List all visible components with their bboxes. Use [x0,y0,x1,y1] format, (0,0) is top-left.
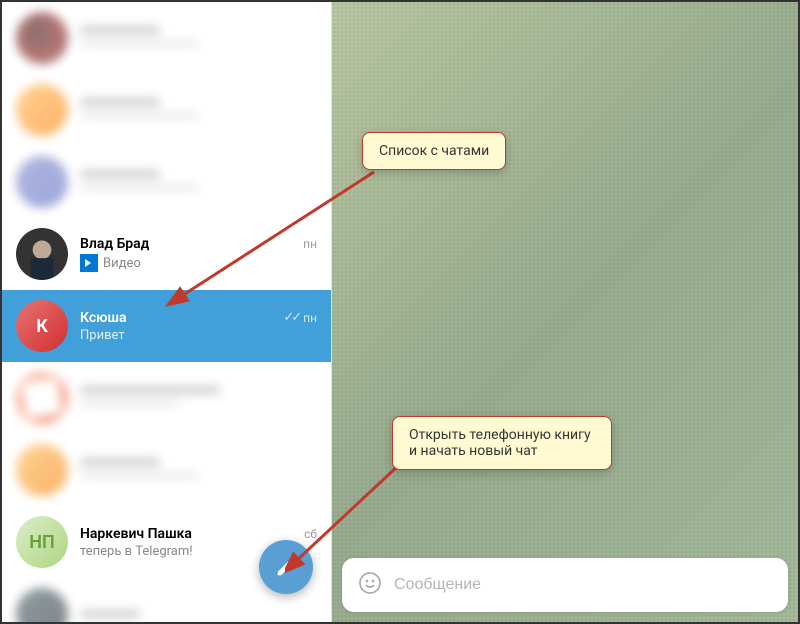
chat-preview-text: теперь в Telegram! [80,544,193,559]
chat-item-vlad[interactable]: Влад Брад пн Видео [2,218,331,290]
chat-time: сб [304,527,317,541]
chat-preview-text: Видео [103,256,141,271]
chat-item-blurred[interactable] [2,74,331,146]
avatar-icon: НП [16,516,68,568]
avatar-icon [16,84,68,136]
chat-item-blurred[interactable] [2,2,331,74]
read-checks-icon: ✓✓ [283,310,299,325]
video-icon [80,254,98,272]
pencil-icon [275,556,297,578]
chat-name: Наркевич Пашка [80,526,192,542]
chat-name: Ксюша [80,310,127,326]
chat-time: пн [303,311,317,325]
avatar-icon [16,444,68,496]
chat-preview-text: Привет [80,328,125,343]
callout-chat-list: Список с чатами [362,132,506,170]
avatar-icon [16,372,68,424]
message-input-bar [342,558,788,612]
new-chat-button[interactable] [259,540,313,594]
chat-item-ksyusha[interactable]: К Ксюша ✓✓ пн Привет [2,290,331,362]
avatar-icon [16,588,68,622]
callout-new-chat: Открыть телефонную книгу и начать новый … [392,416,612,470]
chat-name: Влад Брад [80,236,149,252]
chat-item-blurred[interactable] [2,362,331,434]
avatar-icon [16,12,68,64]
chat-list-sidebar: Влад Брад пн Видео К Ксюша ✓✓ пн [2,2,332,622]
emoji-icon[interactable] [358,571,382,599]
chat-item-blurred[interactable] [2,146,331,218]
chat-time: пн [303,237,317,251]
avatar-icon [16,228,68,280]
avatar-icon [16,156,68,208]
main-chat-area [332,2,798,622]
avatar-icon: К [16,300,68,352]
chat-item-blurred[interactable] [2,434,331,506]
message-input[interactable] [394,576,772,594]
